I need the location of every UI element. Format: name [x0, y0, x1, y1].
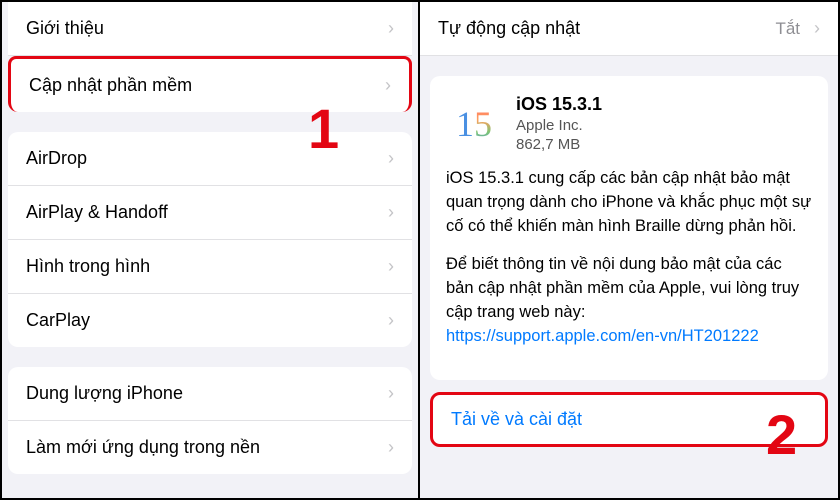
- settings-row-carplay[interactable]: CarPlay ›: [8, 294, 412, 347]
- update-vendor: Apple Inc.: [516, 115, 812, 136]
- download-install-button[interactable]: Tải về và cài đặt: [430, 392, 828, 447]
- chevron-right-icon: ›: [388, 310, 394, 331]
- settings-row-airdrop[interactable]: AirDrop ›: [8, 132, 412, 186]
- settings-row-software-update[interactable]: Cập nhật phần mềm ›: [8, 56, 412, 112]
- chevron-right-icon: ›: [388, 18, 394, 39]
- chevron-right-icon: ›: [388, 148, 394, 169]
- settings-row-airplay-handoff[interactable]: AirPlay & Handoff ›: [8, 186, 412, 240]
- update-size: 862,7 MB: [516, 136, 812, 153]
- row-label: Làm mới ứng dụng trong nền: [26, 437, 260, 458]
- update-description-1: iOS 15.3.1 cung cấp các bản cập nhật bảo…: [446, 167, 812, 239]
- row-label: Giới thiệu: [26, 18, 104, 39]
- settings-row-auto-update[interactable]: Tự động cập nhật Tắt ›: [420, 2, 838, 56]
- update-title: iOS 15.3.1: [516, 94, 812, 115]
- row-label: Dung lượng iPhone: [26, 383, 183, 404]
- row-label: Hình trong hình: [26, 256, 150, 277]
- row-label: AirDrop: [26, 148, 87, 169]
- chevron-right-icon: ›: [385, 75, 391, 96]
- settings-row-pip[interactable]: Hình trong hình ›: [8, 240, 412, 294]
- chevron-right-icon: ›: [388, 437, 394, 458]
- update-description-2: Để biết thông tin về nội dung bảo mật củ…: [446, 253, 812, 349]
- security-info-link[interactable]: https://support.apple.com/en-vn/HT201222: [446, 327, 759, 345]
- ios-version-icon: 15: [446, 96, 502, 152]
- settings-row-background-refresh[interactable]: Làm mới ứng dụng trong nền ›: [8, 421, 412, 474]
- chevron-right-icon: ›: [388, 383, 394, 404]
- settings-row-iphone-storage[interactable]: Dung lượng iPhone ›: [8, 367, 412, 421]
- row-label: Tự động cập nhật: [438, 18, 580, 39]
- row-value: Tắt: [775, 19, 800, 39]
- chevron-right-icon: ›: [388, 202, 394, 223]
- settings-group-sharing: AirDrop › AirPlay & Handoff › Hình trong…: [8, 132, 412, 347]
- update-desc2-text: Để biết thông tin về nội dung bảo mật củ…: [446, 255, 799, 321]
- row-label: CarPlay: [26, 310, 90, 331]
- software-update-card: 15 iOS 15.3.1 Apple Inc. 862,7 MB iOS 15…: [430, 76, 828, 380]
- row-label: Cập nhật phần mềm: [29, 75, 192, 96]
- chevron-right-icon: ›: [814, 18, 820, 39]
- settings-group-storage: Dung lượng iPhone › Làm mới ứng dụng tro…: [8, 367, 412, 474]
- install-label: Tải về và cài đặt: [451, 409, 582, 429]
- settings-row-about[interactable]: Giới thiệu ›: [8, 2, 412, 56]
- row-label: AirPlay & Handoff: [26, 202, 168, 223]
- chevron-right-icon: ›: [388, 256, 394, 277]
